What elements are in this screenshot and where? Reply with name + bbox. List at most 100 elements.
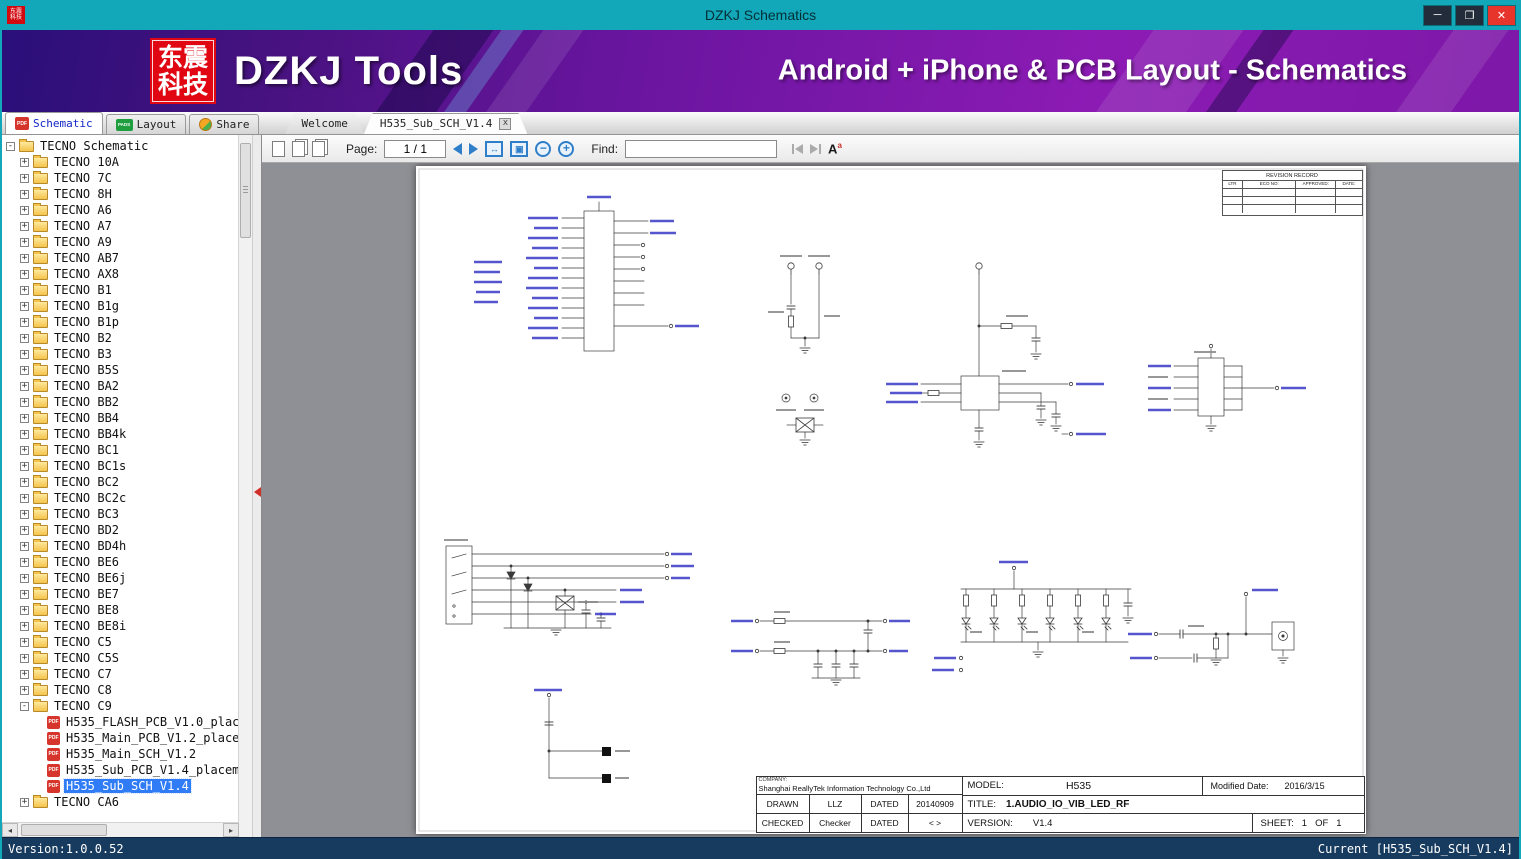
tree-folder-TECNO-BB2[interactable]: + TECNO BB2 <box>2 394 238 410</box>
tree-toggle-icon[interactable]: - <box>6 141 15 151</box>
tree-folder-TECNO-BC2[interactable]: + TECNO BC2 <box>2 474 238 490</box>
tree-toggle-icon[interactable]: + <box>20 445 29 455</box>
tab-close-icon[interactable]: x <box>499 118 511 130</box>
tree-folder-TECNO-BD4h[interactable]: + TECNO BD4h <box>2 538 238 554</box>
tree-toggle-icon[interactable]: + <box>20 157 29 167</box>
next-page-icon[interactable] <box>469 142 479 155</box>
tree-toggle-icon[interactable]: + <box>20 461 29 471</box>
tree-folder-TECNO-B1g[interactable]: + TECNO B1g <box>2 298 238 314</box>
tree-folder-TECNO-BA2[interactable]: + TECNO BA2 <box>2 378 238 394</box>
tree-folder-TECNO-B1p[interactable]: + TECNO B1p <box>2 314 238 330</box>
tree-toggle-icon[interactable]: + <box>20 525 29 535</box>
tree-toggle-icon[interactable]: + <box>20 669 29 679</box>
tree-toggle-icon[interactable]: + <box>20 397 29 407</box>
tree-toggle-icon[interactable]: + <box>20 429 29 439</box>
tree-file-H535_Sub_SCH_V1.4[interactable]: PDF H535_Sub_SCH_V1.4 <box>2 778 238 794</box>
fit-width-icon[interactable]: ↔ <box>485 140 504 157</box>
sidebar-splitter[interactable] <box>252 135 261 837</box>
tree-folder-TECNO-C7[interactable]: + TECNO C7 <box>2 666 238 682</box>
tree-toggle-icon[interactable]: + <box>20 317 29 327</box>
tree-toggle-icon[interactable]: + <box>20 493 29 503</box>
zoom-in-icon[interactable]: + <box>558 140 575 157</box>
tree-folder-TECNO-BB4k[interactable]: + TECNO BB4k <box>2 426 238 442</box>
tab-welcome[interactable]: Welcome <box>285 113 363 134</box>
tree-toggle-icon[interactable]: + <box>20 573 29 583</box>
tree-folder-TECNO-BC3[interactable]: + TECNO BC3 <box>2 506 238 522</box>
tree-folder-TECNO-BC1[interactable]: + TECNO BC1 <box>2 442 238 458</box>
document-area[interactable]: REVISION RECORD LTR ECO NO: APPROVED: DA… <box>262 163 1519 837</box>
tree-folder-TECNO-C5[interactable]: + TECNO C5 <box>2 634 238 650</box>
tree-folder-TECNO-A7[interactable]: + TECNO A7 <box>2 218 238 234</box>
tree-toggle-icon[interactable]: + <box>20 797 29 807</box>
tree-toggle-icon[interactable]: + <box>20 173 29 183</box>
scroll-left-button[interactable]: ◂ <box>2 823 18 837</box>
tree-folder-TECNO-A6[interactable]: + TECNO A6 <box>2 202 238 218</box>
find-input[interactable] <box>625 139 778 158</box>
tree-folder-TECNO-B3[interactable]: + TECNO B3 <box>2 346 238 362</box>
close-button[interactable]: ✕ <box>1487 4 1516 26</box>
tree-toggle-icon[interactable]: + <box>20 509 29 519</box>
tree-toggle-icon[interactable]: + <box>20 189 29 199</box>
tree-folder-TECNO-10A[interactable]: + TECNO 10A <box>2 154 238 170</box>
page-input[interactable] <box>384 139 447 158</box>
tree-toggle-icon[interactable]: + <box>20 301 29 311</box>
horizontal-scrollbar-thumb[interactable] <box>21 824 107 836</box>
find-next-icon[interactable] <box>810 143 822 154</box>
horizontal-scrollbar-track[interactable] <box>18 823 223 837</box>
tree-folder-TECNO-BE8i[interactable]: + TECNO BE8i <box>2 618 238 634</box>
scroll-right-button[interactable]: ▸ <box>223 823 239 837</box>
tree-toggle-icon[interactable]: + <box>20 253 29 263</box>
tree-folder-TECNO-BE7[interactable]: + TECNO BE7 <box>2 586 238 602</box>
collapse-sidebar-icon[interactable] <box>254 487 261 497</box>
vertical-scrollbar[interactable] <box>238 135 252 837</box>
fit-page-icon[interactable]: ▣ <box>510 140 529 157</box>
tree-folder-TECNO-BE6j[interactable]: + TECNO BE6j <box>2 570 238 586</box>
tree-folder-TECNO-B1[interactable]: + TECNO B1 <box>2 282 238 298</box>
tree-file-H535_Sub_PCB_V1.4_placeme[interactable]: PDF H535_Sub_PCB_V1.4_placeme <box>2 762 238 778</box>
tree-folder-TECNO-BD2[interactable]: + TECNO BD2 <box>2 522 238 538</box>
vertical-scrollbar-thumb[interactable] <box>240 143 251 238</box>
tree-toggle-icon[interactable]: + <box>20 605 29 615</box>
tree-folder-TECNO-CA6[interactable]: + TECNO CA6 <box>2 794 238 810</box>
tree-folder-TECNO-A9[interactable]: + TECNO A9 <box>2 234 238 250</box>
tree-toggle-icon[interactable]: + <box>20 541 29 551</box>
tree-toggle-icon[interactable]: + <box>20 333 29 343</box>
tree-toggle-icon[interactable]: + <box>20 621 29 631</box>
tab-schematic[interactable]: PDF Schematic <box>5 112 103 134</box>
tree-toggle-icon[interactable]: + <box>20 477 29 487</box>
tree-folder-TECNO-BE6[interactable]: + TECNO BE6 <box>2 554 238 570</box>
tree-toggle-icon[interactable]: + <box>20 557 29 567</box>
tree-folder-TECNO-B2[interactable]: + TECNO B2 <box>2 330 238 346</box>
maximize-button[interactable]: ❐ <box>1455 4 1484 26</box>
tree-toggle-icon[interactable]: + <box>20 365 29 375</box>
tree-toggle-icon[interactable]: + <box>20 221 29 231</box>
single-page-icon[interactable] <box>272 140 285 157</box>
tree-toggle-icon[interactable]: + <box>20 637 29 647</box>
tree-folder-TECNO-AB7[interactable]: + TECNO AB7 <box>2 250 238 266</box>
tree-folder-TECNO-BB4[interactable]: + TECNO BB4 <box>2 410 238 426</box>
tree-toggle-icon[interactable]: + <box>20 413 29 423</box>
tree-file-H535_Main_SCH_V1.2[interactable]: PDF H535_Main_SCH_V1.2 <box>2 746 238 762</box>
tree-folder-TECNO-7C[interactable]: + TECNO 7C <box>2 170 238 186</box>
tree-folder-TECNO-8H[interactable]: + TECNO 8H <box>2 186 238 202</box>
match-case-icon[interactable]: Aa <box>828 141 842 156</box>
tree-toggle-icon[interactable]: + <box>20 269 29 279</box>
continuous-pages-icon[interactable] <box>312 140 325 157</box>
find-previous-icon[interactable] <box>792 143 804 154</box>
tree-toggle-icon[interactable]: + <box>20 381 29 391</box>
tree-folder-TECNO-B5S[interactable]: + TECNO B5S <box>2 362 238 378</box>
tree-folder-TECNO-BE8[interactable]: + TECNO BE8 <box>2 602 238 618</box>
tree-toggle-icon[interactable]: + <box>20 349 29 359</box>
tree-folder-TECNO-Schematic[interactable]: - TECNO Schematic <box>2 138 238 154</box>
tree-toggle-icon[interactable]: - <box>20 701 29 711</box>
tab-share[interactable]: Share <box>189 114 260 134</box>
horizontal-scrollbar[interactable]: ◂ ▸ <box>2 822 239 837</box>
tree-toggle-icon[interactable]: + <box>20 237 29 247</box>
tree-toggle-icon[interactable]: + <box>20 205 29 215</box>
previous-page-icon[interactable] <box>453 142 463 155</box>
zoom-out-icon[interactable]: − <box>535 140 552 157</box>
tree-folder-TECNO-BC2c[interactable]: + TECNO BC2c <box>2 490 238 506</box>
tree-toggle-icon[interactable]: + <box>20 653 29 663</box>
tree-folder-TECNO-C5S[interactable]: + TECNO C5S <box>2 650 238 666</box>
facing-pages-icon[interactable] <box>292 140 305 157</box>
